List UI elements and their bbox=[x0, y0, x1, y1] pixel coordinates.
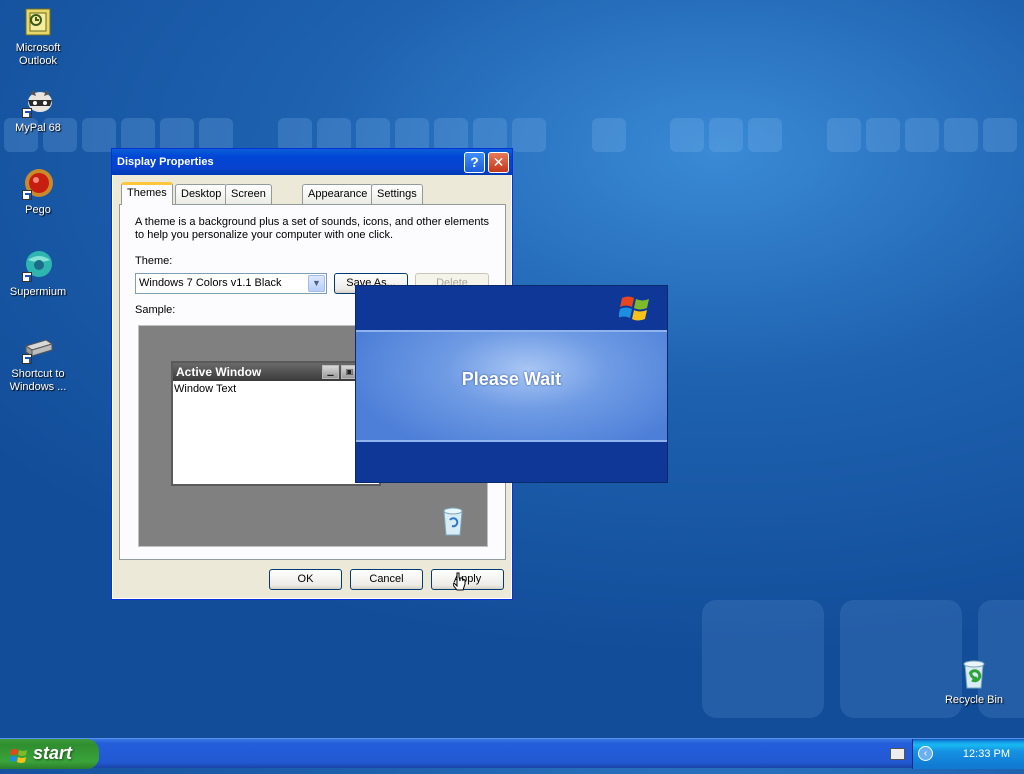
desktop-icon-label: Recycle Bin bbox=[944, 694, 1004, 706]
close-button[interactable]: ✕ bbox=[488, 152, 509, 173]
desktop-icon-outlook[interactable]: Microsoft Outlook bbox=[0, 6, 76, 68]
theme-description: A theme is a background plus a set of so… bbox=[135, 216, 490, 241]
shortcut-arrow-icon bbox=[22, 272, 32, 282]
wallpaper-tile bbox=[434, 118, 468, 152]
close-icon: ✕ bbox=[492, 154, 505, 170]
start-button[interactable]: start bbox=[0, 739, 99, 769]
wallpaper-tile bbox=[199, 118, 233, 152]
desktop-icon-label: Supermium bbox=[9, 286, 67, 298]
system-tray: ‹ 12:33 PM bbox=[890, 739, 1024, 769]
desktop-icon-supermium[interactable]: Supermium bbox=[0, 250, 76, 299]
shortcut-arrow-icon bbox=[22, 108, 32, 118]
desktop-icon-label: MyPal 68 bbox=[15, 122, 61, 134]
help-button[interactable]: ? bbox=[464, 152, 485, 173]
wallpaper-tile bbox=[512, 118, 546, 152]
sample-window-title-bar: Active Window ▁ ▣ bbox=[173, 363, 379, 381]
theme-dropdown-value: Windows 7 Colors v1.1 Black bbox=[139, 277, 282, 289]
please-wait-text: Please Wait bbox=[461, 369, 562, 389]
minimize-icon: ▁ bbox=[322, 365, 339, 379]
sample-active-window: Active Window ▁ ▣ Window Text bbox=[171, 361, 381, 486]
windows-logo-icon bbox=[618, 292, 653, 324]
tab-screen-saver[interactable]: Screen Saver bbox=[225, 184, 272, 218]
wallpaper-tile bbox=[121, 118, 155, 152]
mouse-cursor-icon bbox=[452, 572, 467, 594]
tab-appearance[interactable]: Appearance bbox=[302, 184, 374, 204]
wallpaper-tile bbox=[317, 118, 351, 152]
wallpaper-tile bbox=[278, 118, 312, 152]
wallpaper-tile bbox=[670, 118, 704, 152]
pego-icon bbox=[22, 168, 54, 200]
cancel-button[interactable]: Cancel bbox=[350, 569, 423, 590]
help-icon: ? bbox=[470, 154, 479, 170]
clock[interactable]: 12:33 PM bbox=[963, 739, 1010, 769]
wallpaper-tile bbox=[395, 118, 429, 152]
shortcut-arrow-icon bbox=[22, 190, 32, 200]
wallpaper-tile bbox=[160, 118, 194, 152]
wallpaper-tile bbox=[944, 118, 978, 152]
desktop-icon-label: Microsoft bbox=[15, 42, 61, 54]
desktop-icon-windows-shortcut[interactable]: Shortcut to Windows ... bbox=[0, 332, 76, 394]
windows-logo-icon bbox=[9, 745, 29, 763]
desktop-icon-mypal[interactable]: MyPal 68 bbox=[0, 86, 76, 135]
supermium-icon bbox=[22, 250, 54, 282]
wallpaper-tile bbox=[748, 118, 782, 152]
desktop-icon-label: Pego bbox=[25, 204, 51, 216]
start-label: start bbox=[33, 743, 73, 763]
dialog-title-bar[interactable]: Display Properties ? ✕ bbox=[112, 149, 512, 175]
wallpaper-tile bbox=[983, 118, 1017, 152]
outlook-icon bbox=[22, 6, 54, 38]
apply-button[interactable]: Apply bbox=[431, 569, 504, 590]
recycle-bin-icon bbox=[958, 658, 990, 690]
desktop-icon-label: Shortcut to bbox=[11, 368, 65, 380]
wallpaper-tile bbox=[709, 118, 743, 152]
desktop-icon-label: Outlook bbox=[19, 55, 57, 67]
tab-settings[interactable]: Settings bbox=[371, 184, 423, 204]
recycle-bin-icon bbox=[441, 506, 465, 536]
tab-desktop[interactable]: Desktop bbox=[175, 184, 228, 204]
sample-window-text: Window Text bbox=[174, 383, 237, 395]
wallpaper-tile bbox=[592, 118, 626, 152]
wallpaper-tile bbox=[905, 118, 939, 152]
desktop-icon-recycle-bin[interactable]: Recycle Bin bbox=[936, 658, 1012, 707]
sample-label: Sample: bbox=[135, 304, 176, 316]
wallpaper-tile bbox=[866, 118, 900, 152]
tab-themes[interactable]: Themes bbox=[121, 182, 173, 205]
keyboard-icon[interactable] bbox=[890, 748, 905, 760]
wallpaper-tile bbox=[473, 118, 507, 152]
wallpaper-tile bbox=[827, 118, 861, 152]
windows-shortcut-icon bbox=[22, 332, 54, 364]
sample-window-title: Active Window bbox=[176, 365, 262, 379]
wallpaper-tile bbox=[356, 118, 390, 152]
wallpaper-tile bbox=[82, 118, 116, 152]
dialog-title: Display Properties bbox=[117, 156, 214, 168]
shortcut-arrow-icon bbox=[22, 354, 32, 364]
desktop-icon-pego[interactable]: Pego bbox=[0, 168, 76, 217]
wallpaper-tile bbox=[702, 600, 824, 718]
desktop-icon-label: Windows ... bbox=[9, 381, 67, 393]
splash-footer bbox=[356, 442, 667, 482]
taskbar: start ‹ 12:33 PM bbox=[0, 738, 1024, 769]
mypal-icon bbox=[22, 86, 54, 118]
theme-label: Theme: bbox=[135, 255, 173, 267]
ok-button[interactable]: OK bbox=[269, 569, 342, 590]
show-hidden-icons-button[interactable]: ‹ bbox=[918, 746, 933, 761]
theme-dropdown[interactable]: Windows 7 Colors v1.1 Black ▼ bbox=[135, 273, 327, 294]
please-wait-splash: Please Wait bbox=[355, 285, 668, 483]
chevron-down-icon[interactable]: ▼ bbox=[308, 275, 325, 292]
